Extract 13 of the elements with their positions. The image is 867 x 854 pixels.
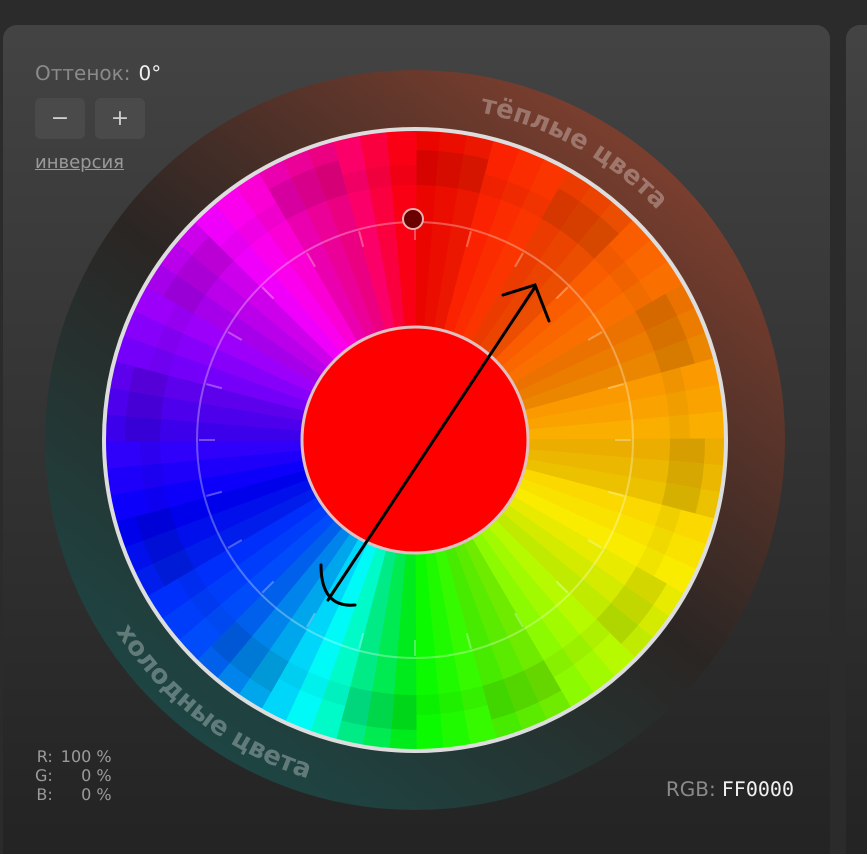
channel-label: G: bbox=[35, 766, 53, 785]
hue-value: 0° bbox=[138, 60, 162, 87]
invert-link[interactable]: инверсия bbox=[35, 149, 124, 176]
hue-label: Оттенок: bbox=[35, 60, 130, 87]
channel-value: 0 % bbox=[80, 785, 112, 804]
rgb-hex-value: FF0000 bbox=[722, 776, 794, 803]
channel-value: 100 % bbox=[60, 747, 112, 766]
channel-value: 0 % bbox=[80, 766, 112, 785]
channel-label: R: bbox=[36, 747, 53, 766]
channel-label: B: bbox=[35, 785, 53, 804]
increase-button[interactable]: + bbox=[95, 98, 145, 139]
rgb-label: RGB: bbox=[666, 776, 716, 803]
decrease-button[interactable]: − bbox=[35, 98, 85, 139]
